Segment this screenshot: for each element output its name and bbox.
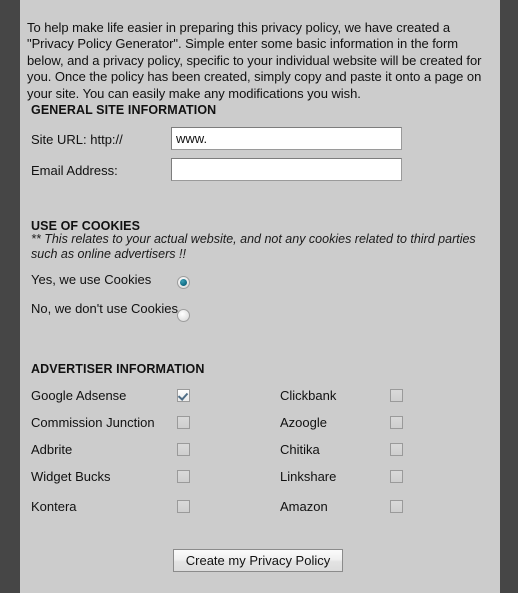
- advertiser-label-kontera: Kontera: [31, 499, 77, 514]
- section-heading-advertiser-information: ADVERTISER INFORMATION: [31, 362, 205, 376]
- form-content-area: To help make life easier in preparing th…: [20, 0, 500, 593]
- privacy-policy-generator-page: To help make life easier in preparing th…: [0, 0, 518, 593]
- advertiser-checkbox-chitika[interactable]: [390, 443, 403, 456]
- section-heading-use-of-cookies: USE OF COOKIES: [31, 219, 141, 233]
- advertiser-label-commission-junction: Commission Junction: [31, 415, 155, 430]
- section-heading-general-site-information: GENERAL SITE INFORMATION: [31, 103, 217, 117]
- advertiser-label-widget-bucks: Widget Bucks: [31, 469, 111, 484]
- advertiser-checkbox-widget-bucks[interactable]: [177, 470, 190, 483]
- advertiser-checkbox-adbrite[interactable]: [177, 443, 190, 456]
- radio-yes-cookies[interactable]: [177, 276, 190, 289]
- advertiser-label-linkshare: Linkshare: [280, 469, 337, 484]
- cookies-note: ** This relates to your actual website, …: [31, 232, 476, 261]
- advertiser-checkbox-kontera[interactable]: [177, 500, 190, 513]
- advertiser-label-azoogle: Azoogle: [280, 415, 327, 430]
- radio-no-cookies[interactable]: [177, 309, 190, 322]
- advertiser-checkbox-clickbank[interactable]: [390, 389, 403, 402]
- site-url-label: Site URL: http://: [31, 132, 123, 147]
- intro-paragraph: To help make life easier in preparing th…: [27, 20, 482, 101]
- advertiser-checkbox-azoogle[interactable]: [390, 416, 403, 429]
- advertiser-label-amazon: Amazon: [280, 499, 328, 514]
- advertiser-label-clickbank: Clickbank: [280, 388, 337, 403]
- advertiser-checkbox-google-adsense[interactable]: [177, 389, 190, 402]
- advertiser-label-google-adsense: Google Adsense: [31, 388, 127, 403]
- email-address-input[interactable]: [171, 158, 402, 181]
- advertiser-checkbox-linkshare[interactable]: [390, 470, 403, 483]
- radio-label-no-cookies: No, we don't use Cookies: [31, 301, 179, 316]
- radio-label-yes-cookies: Yes, we use Cookies: [31, 272, 152, 287]
- advertiser-label-chitika: Chitika: [280, 442, 320, 457]
- advertiser-label-adbrite: Adbrite: [31, 442, 73, 457]
- email-address-label: Email Address:: [31, 163, 118, 178]
- site-url-input[interactable]: [171, 127, 402, 150]
- create-privacy-policy-button[interactable]: Create my Privacy Policy: [173, 549, 343, 572]
- advertiser-checkbox-commission-junction[interactable]: [177, 416, 190, 429]
- advertiser-checkbox-amazon[interactable]: [390, 500, 403, 513]
